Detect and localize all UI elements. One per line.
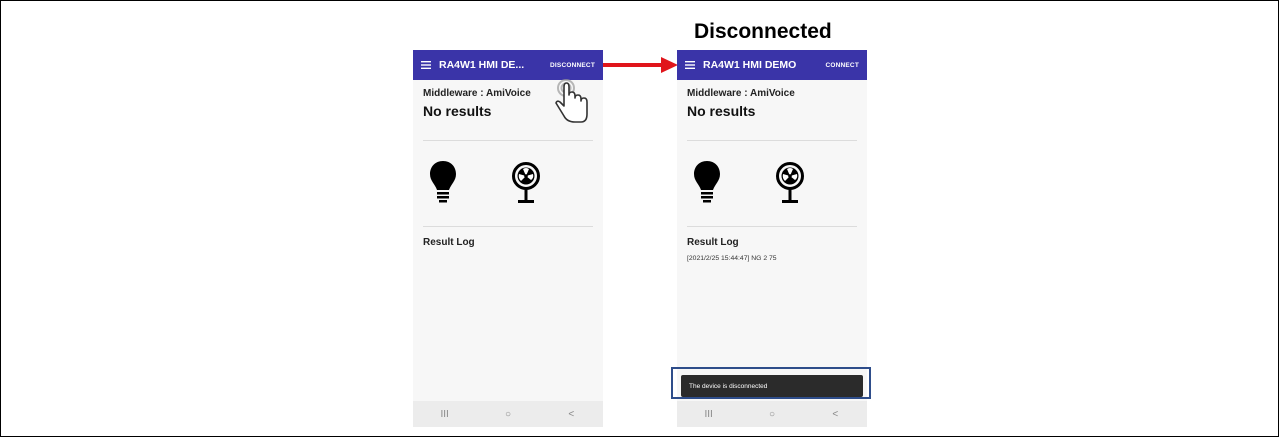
divider [687,140,857,141]
recent-apps-button[interactable]: III [430,409,460,420]
divider [423,226,593,227]
lightbulb-icon[interactable] [429,160,457,206]
lightbulb-icon[interactable] [693,160,721,206]
pointing-hand-icon [555,79,588,123]
system-nav-bar: III ○ < [677,401,867,427]
home-button[interactable]: ○ [757,409,787,420]
results-text: No results [687,103,756,119]
app-bar: RA4W1 HMI DEMO CONNECT [677,50,867,80]
toast-highlight-box [671,367,871,399]
menu-icon[interactable] [413,61,439,69]
system-nav-bar: III ○ < [413,401,603,427]
recent-apps-button[interactable]: III [694,409,724,420]
connect-button[interactable]: CONNECT [817,62,867,69]
arrow-right-icon [603,57,678,73]
back-button[interactable]: < [556,409,586,420]
fan-icon[interactable] [511,162,541,206]
home-button[interactable]: ○ [493,409,523,420]
back-button[interactable]: < [820,409,850,420]
disconnect-button[interactable]: DISCONNECT [542,62,603,69]
log-entry: [2021/2/25 15:44:47] NG 2 75 [687,255,777,262]
app-bar: RA4W1 HMI DE... DISCONNECT [413,50,603,80]
status-heading: Disconnected [694,20,832,43]
divider [687,226,857,227]
middleware-label: Middleware : AmiVoice [687,88,795,99]
app-title: RA4W1 HMI DE... [439,59,525,71]
result-log-title: Result Log [423,237,475,248]
result-log-title: Result Log [687,237,739,248]
fan-icon[interactable] [775,162,805,206]
menu-icon[interactable] [677,61,703,69]
app-title: RA4W1 HMI DEMO [703,59,797,71]
divider [423,140,593,141]
